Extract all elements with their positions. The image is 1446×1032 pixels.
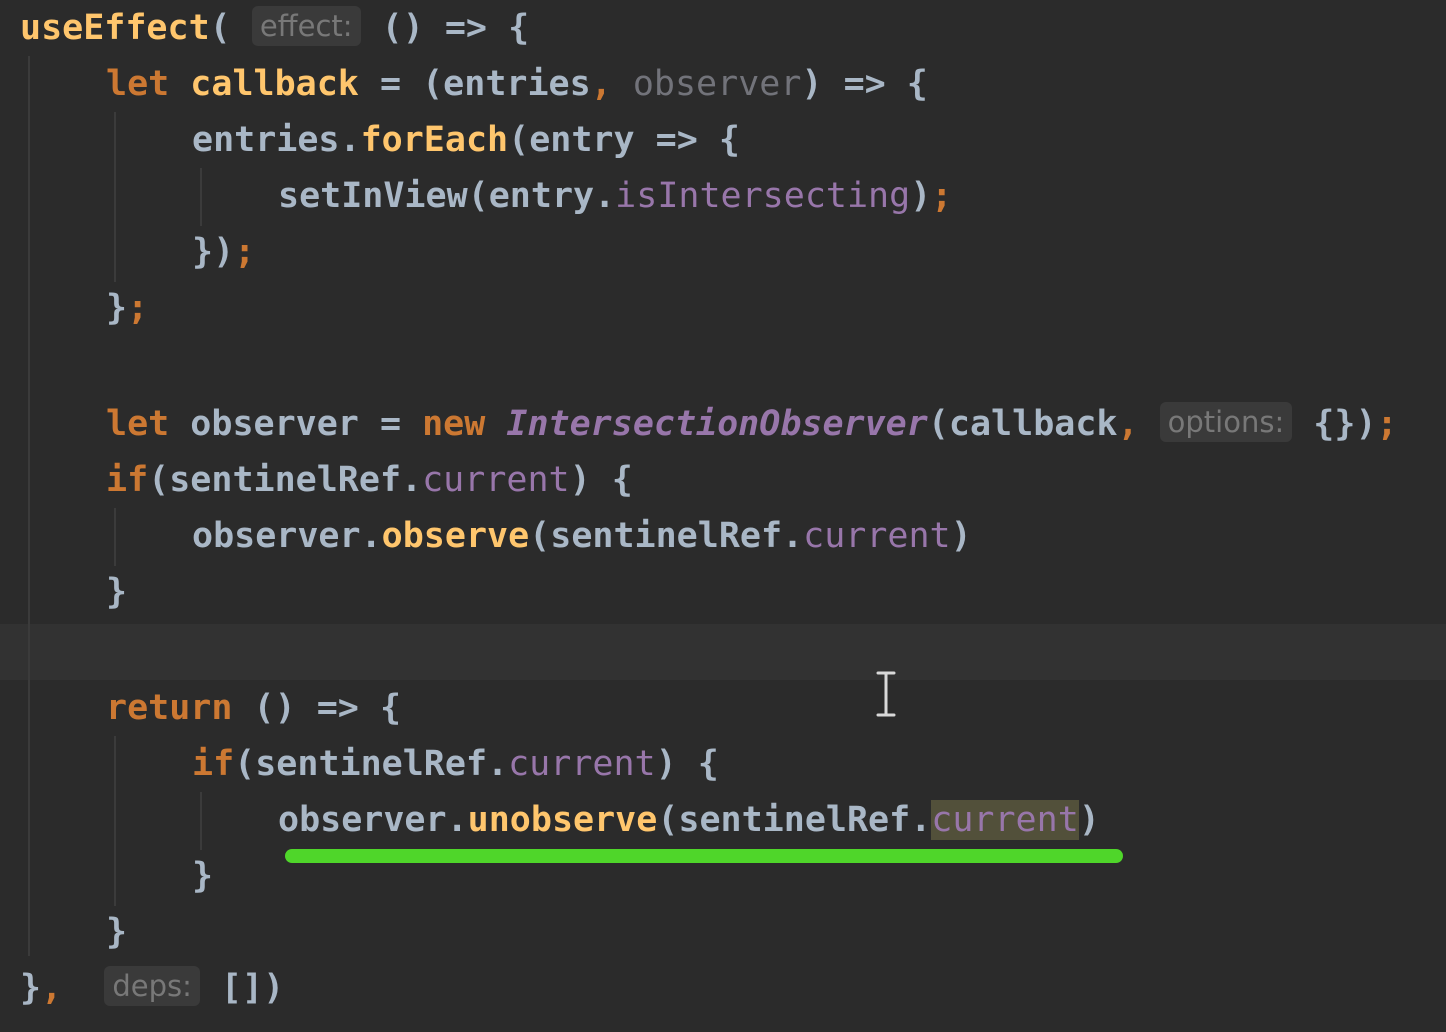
text-cursor-icon (876, 671, 896, 717)
param-hint-options: options: (1159, 402, 1293, 442)
code-line-11[interactable]: } (0, 564, 1446, 620)
token-if: if (192, 744, 235, 784)
param-hint-effect: effect: (251, 6, 361, 46)
token-let: let (106, 64, 170, 104)
token-is-intersecting: isIntersecting (615, 176, 911, 216)
code-line-13[interactable]: return () => { (0, 680, 1446, 736)
param-hint-deps: deps: (104, 966, 200, 1006)
token-callback: callback (190, 64, 359, 104)
token-current: current (422, 460, 570, 500)
code-line-15[interactable]: observer.unobserve(sentinelRef.current) (0, 792, 1446, 848)
token-observer: observer (278, 800, 447, 840)
token-entry: entry (529, 120, 635, 160)
token-let: let (106, 404, 170, 444)
token-set-in-view: setInView (278, 176, 468, 216)
token-current: current (508, 744, 656, 784)
token-sentinel-ref: sentinelRef (255, 744, 488, 784)
token-intersection-observer: IntersectionObserver (506, 404, 928, 444)
code-line-18[interactable]: }, deps: []) (0, 960, 1446, 1016)
token-return: return (106, 688, 233, 728)
code-line-5[interactable]: }); (0, 224, 1446, 280)
current-line-highlight (0, 624, 1446, 680)
code-line-9[interactable]: if(sentinelRef.current) { (0, 452, 1446, 508)
code-editor[interactable]: useEffect( effect: () => { let callback … (0, 0, 1446, 1032)
token-if: if (106, 460, 149, 500)
token-sentinel-ref: sentinelRef (550, 516, 783, 556)
annotation-underline (285, 849, 1123, 863)
token-observer-param: observer (632, 64, 802, 104)
code-line-6[interactable]: }; (0, 280, 1446, 336)
token-unobserve: unobserve (467, 800, 658, 840)
code-line-14[interactable]: if(sentinelRef.current) { (0, 736, 1446, 792)
code-line-10[interactable]: observer.observe(sentinelRef.current) (0, 508, 1446, 564)
token-sentinel-ref: sentinelRef (678, 800, 911, 840)
token-current-selected: current (931, 800, 1079, 840)
token-callback-arg: callback (948, 404, 1118, 444)
code-line-4[interactable]: setInView(entry.isIntersecting); (0, 168, 1446, 224)
token-use-effect: useEffect (20, 8, 210, 48)
token-observer: observer (192, 516, 361, 556)
token-sentinel-ref: sentinelRef (169, 460, 402, 500)
token-observer: observer (190, 404, 359, 444)
code-line-8[interactable]: let observer = new IntersectionObserver(… (0, 396, 1446, 452)
token-observe: observe (381, 516, 530, 556)
token-current: current (803, 516, 951, 556)
code-line-2[interactable]: let callback = (entries, observer) => { (0, 56, 1446, 112)
code-line-3[interactable]: entries.forEach(entry => { (0, 112, 1446, 168)
token-entry: entry (488, 176, 595, 216)
token-entries: entries (192, 120, 340, 160)
code-line-1[interactable]: useEffect( effect: () => { (0, 0, 1446, 56)
token-new: new (422, 404, 486, 444)
code-line-17[interactable]: } (0, 904, 1446, 960)
token-entries: entries (443, 64, 591, 104)
token-for-each: forEach (360, 120, 509, 160)
